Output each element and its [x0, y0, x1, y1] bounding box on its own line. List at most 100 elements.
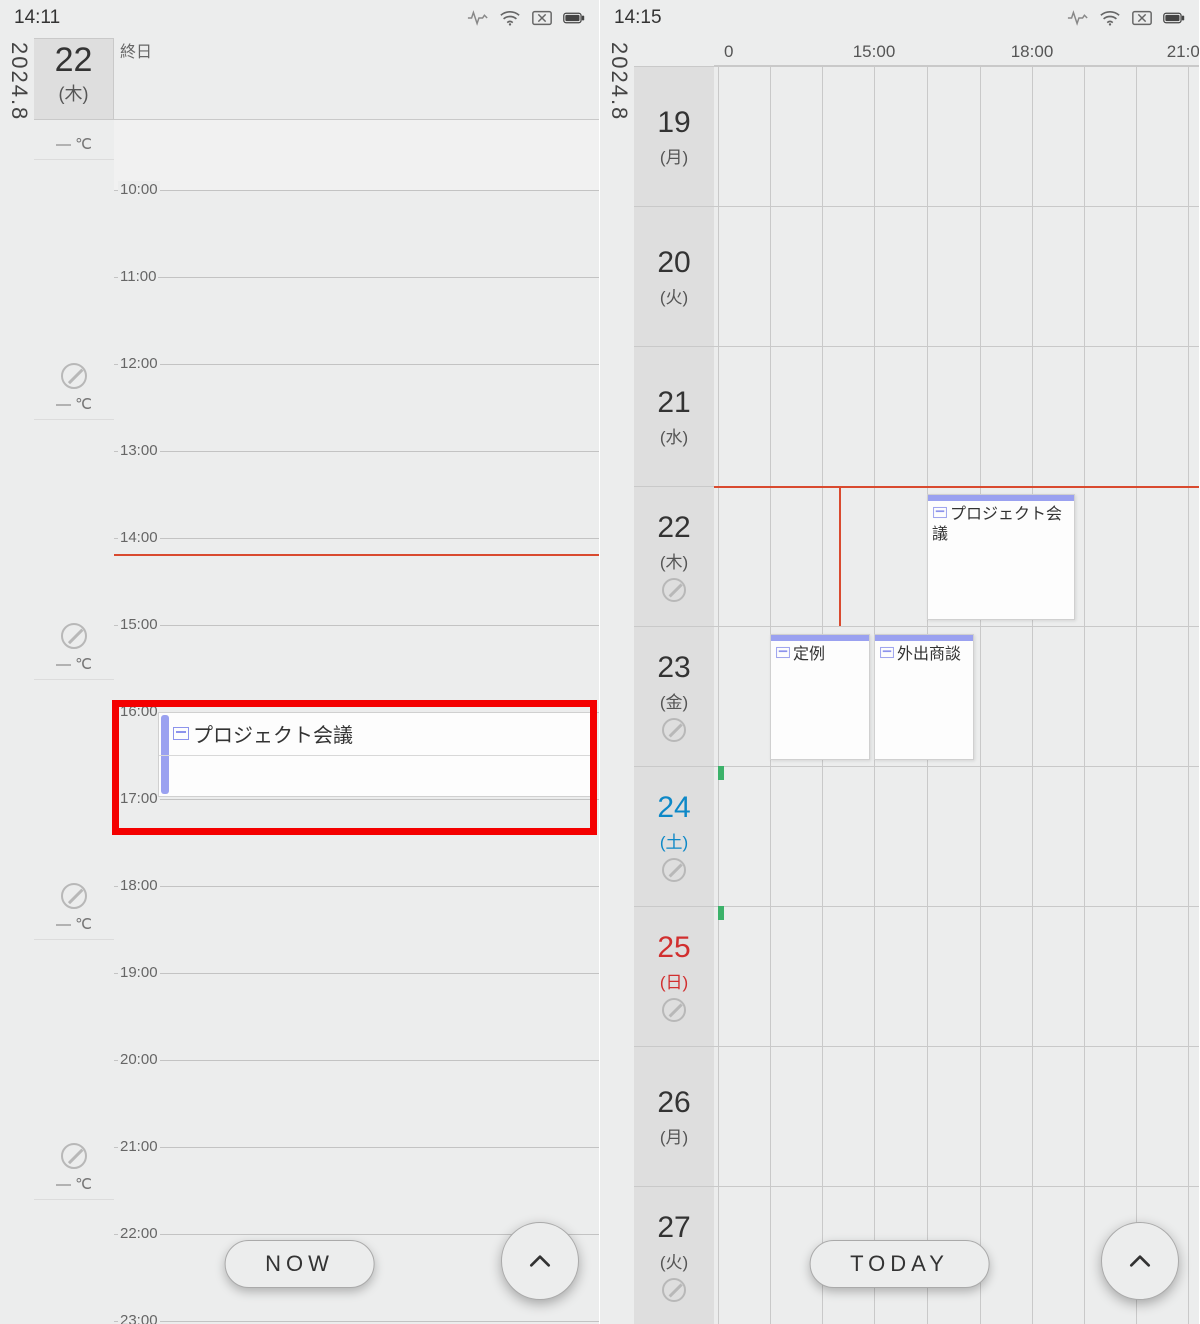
calendar-icon: [933, 507, 947, 518]
hour-label: 16:00: [118, 703, 160, 720]
day-grid[interactable]: 10:00 11:00 12:00 13:00 14:00 15:00 16:0…: [114, 120, 599, 1324]
allday-row[interactable]: [114, 38, 599, 120]
day-number: 21: [657, 386, 690, 420]
hour-row[interactable]: 15:00: [114, 625, 599, 712]
side-year-label: 2024.8: [606, 42, 632, 121]
battery-icon: [1163, 9, 1185, 27]
event-title: 外出商談: [879, 645, 961, 665]
hour-label: 11:00: [118, 268, 158, 285]
week-day-cell[interactable]: 22(木): [634, 486, 714, 626]
week-row[interactable]: [714, 346, 1199, 486]
no-data-icon: [662, 718, 686, 742]
time-col-label: 0: [724, 42, 733, 62]
day-number: 27: [657, 1211, 690, 1245]
calendar-icon: [776, 647, 790, 658]
temp-label: — ℃: [56, 1175, 92, 1193]
battery-icon: [563, 9, 585, 27]
week-grid[interactable]: プロジェクト会議 定例 外出商談: [714, 66, 1199, 1324]
event-title: プロジェクト会議: [932, 505, 1074, 545]
hour-row[interactable]: 20:00: [114, 1060, 599, 1147]
calendar-icon: [173, 727, 189, 740]
status-bar: 14:15: [600, 0, 1199, 36]
hour-label: 12:00: [118, 355, 160, 372]
wifi-icon: [499, 9, 521, 27]
day-number: 25: [657, 931, 690, 965]
day-dow: (月): [660, 1123, 688, 1148]
week-row[interactable]: [714, 906, 1199, 1046]
day-dow: (水): [660, 423, 688, 448]
temp-label: — ℃: [56, 395, 92, 413]
day-dow: (日): [660, 968, 688, 993]
day-dow: (木): [660, 548, 688, 573]
week-day-cell[interactable]: 19 (月): [634, 66, 714, 206]
hour-label: 20:00: [118, 1051, 160, 1068]
hour-row[interactable]: 21:00: [114, 1147, 599, 1234]
pulse-icon: [467, 9, 489, 27]
event-title: プロジェクト会議: [173, 719, 353, 748]
event-block[interactable]: プロジェクト会議: [158, 712, 595, 797]
hour-label: 10:00: [118, 181, 160, 198]
week-day-cell[interactable]: 21 (水): [634, 346, 714, 486]
hour-row[interactable]: 13:00: [114, 451, 599, 538]
expand-button[interactable]: [1101, 1222, 1179, 1300]
weather-cell: — ℃: [34, 120, 114, 160]
week-day-column: 19 (月) 20(火) 21 (水) 22(木) 23 (金) 24(土) 25 (日) 26 (月)…: [634, 66, 714, 1324]
today-button[interactable]: TODAY: [809, 1240, 990, 1288]
week-day-cell[interactable]: 24(土): [634, 766, 714, 906]
event-block[interactable]: プロジェクト会議: [927, 494, 1075, 620]
now-line: [114, 554, 599, 556]
time-header: 0 15:00 18:00 21:00: [714, 38, 1199, 66]
event-block[interactable]: 定例: [770, 634, 870, 760]
day-header[interactable]: 22 (木): [34, 38, 114, 120]
week-row[interactable]: [714, 66, 1199, 206]
weather-cell: — ℃: [34, 940, 114, 1200]
no-data-icon: [662, 858, 686, 882]
day-dow: (月): [660, 143, 688, 168]
day-number: 26: [657, 1086, 690, 1120]
expand-button[interactable]: [501, 1222, 579, 1300]
status-bar: 14:11: [0, 0, 599, 36]
day-number: 22: [34, 41, 113, 80]
week-row[interactable]: [714, 766, 1199, 906]
time-col-label: 21:00: [1167, 42, 1200, 62]
now-button[interactable]: NOW: [224, 1240, 375, 1288]
week-row[interactable]: [714, 1046, 1199, 1186]
hour-label: 14:00: [118, 529, 160, 546]
week-day-cell[interactable]: 26 (月): [634, 1046, 714, 1186]
no-data-icon: [61, 883, 87, 909]
week-row[interactable]: [714, 206, 1199, 346]
day-dow: (火): [660, 283, 688, 308]
day-number: 23: [657, 651, 690, 685]
day-dow: (木): [34, 80, 113, 106]
hour-row[interactable]: 14:00: [114, 538, 599, 625]
no-data-icon: [662, 1278, 686, 1302]
no-data-icon: [61, 363, 87, 389]
day-dow: (金): [660, 688, 688, 713]
allday-label: 終日: [120, 38, 152, 62]
hour-row[interactable]: 19:00: [114, 973, 599, 1060]
time-col-label: 18:00: [1011, 42, 1054, 62]
temp-label: — ℃: [56, 135, 92, 153]
phone-day-view: 14:11 2024.8 22 (木) 終日 — ℃ — ℃ — ℃ — ℃: [0, 0, 600, 1324]
hour-row[interactable]: 11:00: [114, 277, 599, 364]
day-number: 19: [657, 106, 690, 140]
week-day-cell[interactable]: 23 (金): [634, 626, 714, 766]
week-day-cell[interactable]: 25 (日): [634, 906, 714, 1046]
event-block[interactable]: 外出商談: [874, 634, 974, 760]
pulse-icon: [1067, 9, 1089, 27]
hour-row[interactable]: 10:00: [114, 190, 599, 277]
holiday-marker: [718, 906, 724, 920]
day-dow: (土): [660, 828, 688, 853]
hour-row[interactable]: 18:00: [114, 886, 599, 973]
hour-label: 15:00: [118, 616, 160, 633]
now-line-vertical: [839, 486, 841, 626]
side-year-label: 2024.8: [6, 42, 32, 121]
now-line-horizontal: [714, 486, 1199, 488]
chevron-up-icon: [527, 1248, 553, 1274]
hour-label: 21:00: [118, 1138, 160, 1155]
week-day-cell[interactable]: 27(火): [634, 1186, 714, 1324]
hour-row[interactable]: 17:00: [114, 799, 599, 886]
close-box-icon: [1131, 9, 1153, 27]
hour-row[interactable]: 12:00: [114, 364, 599, 451]
week-day-cell[interactable]: 20(火): [634, 206, 714, 346]
